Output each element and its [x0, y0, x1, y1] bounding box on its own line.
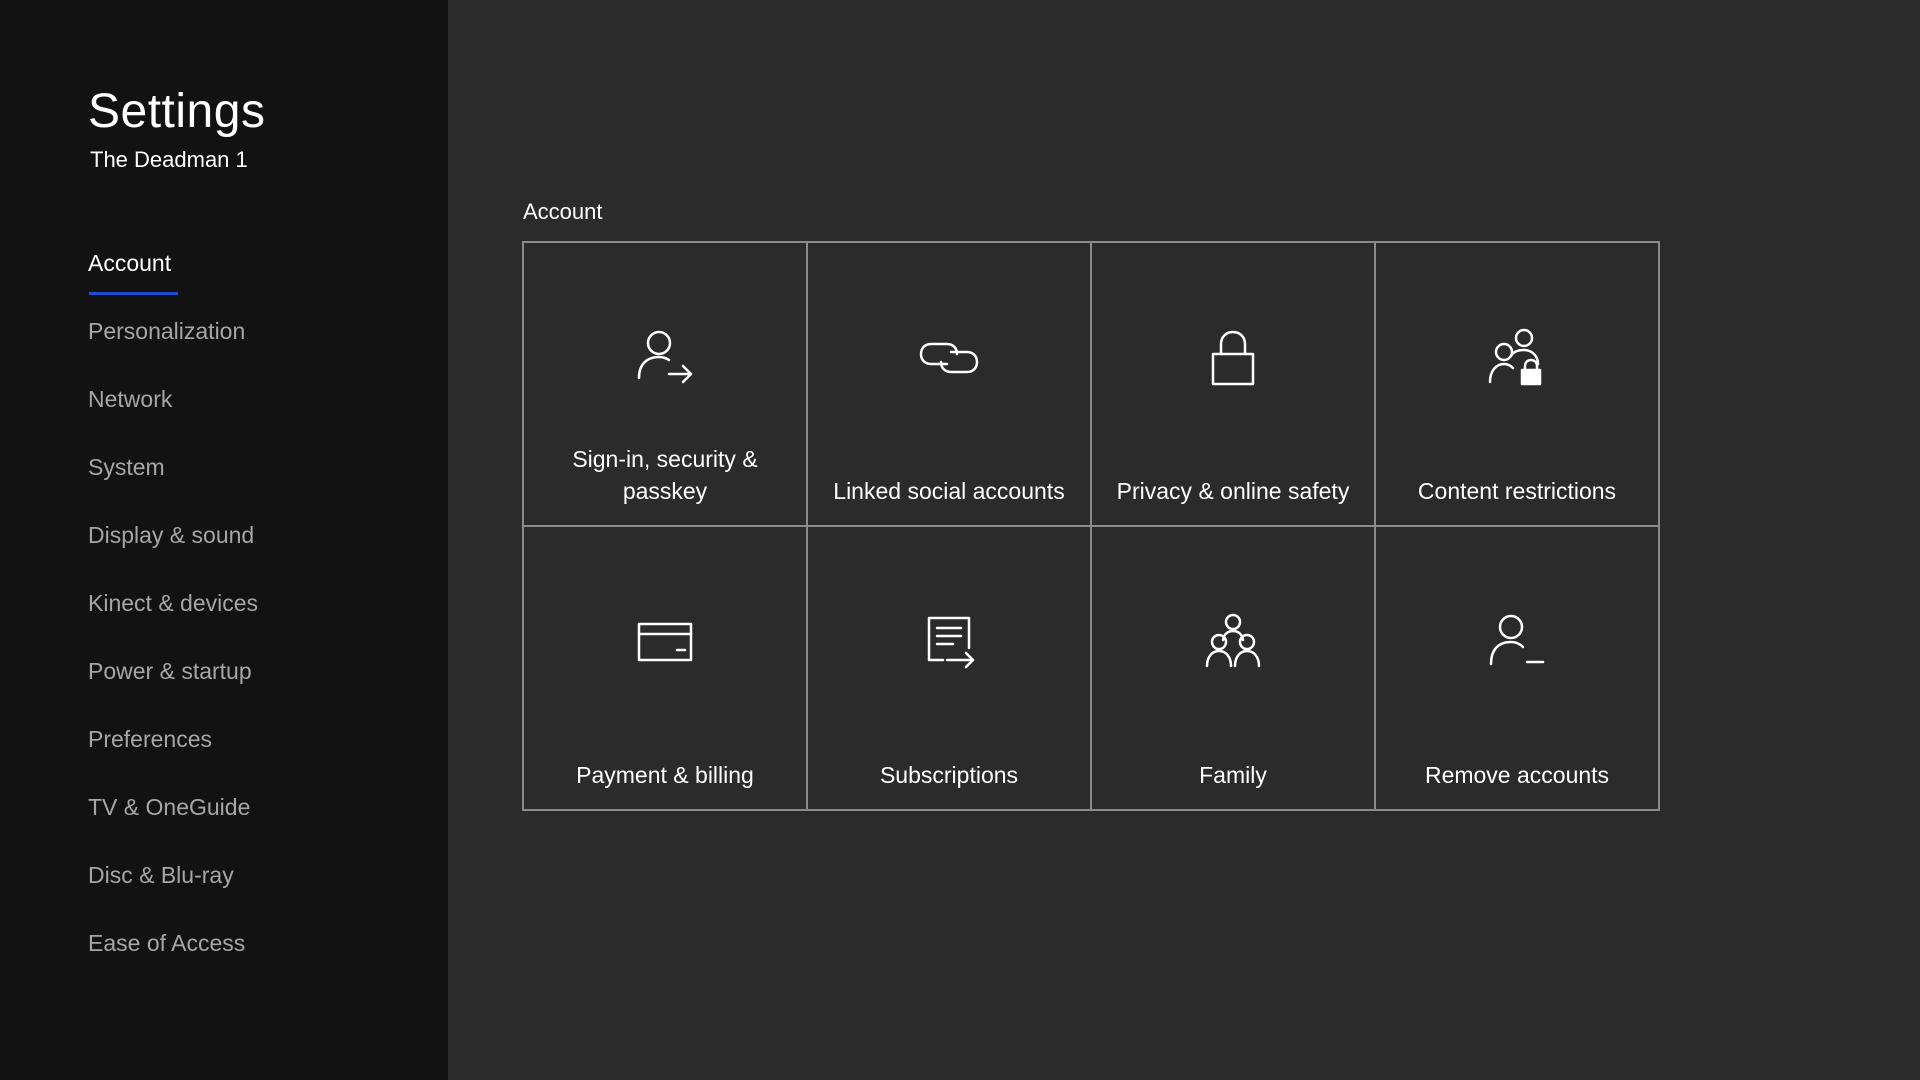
tile-linked-social-accounts[interactable]: Linked social accounts: [808, 243, 1092, 527]
sidebar-item-tv-oneguide[interactable]: TV & OneGuide: [88, 794, 258, 862]
lock-icon: [1201, 326, 1265, 390]
account-tile-grid: Sign-in, security & passkey Linked socia…: [522, 241, 1660, 811]
sidebar-item-display-sound[interactable]: Display & sound: [88, 522, 258, 590]
tile-label: Subscriptions: [879, 762, 1019, 788]
tile-subscriptions[interactable]: Subscriptions: [808, 527, 1092, 811]
link-icon: [917, 326, 981, 390]
section-title: Account: [523, 199, 603, 224]
sidebar-item-kinect-devices[interactable]: Kinect & devices: [88, 590, 258, 658]
person-remove-icon: [1485, 610, 1549, 674]
main-content: Account Sign-in, security & passkey Link…: [448, 0, 1920, 1080]
tile-label: Remove accounts: [1424, 762, 1610, 788]
tile-label: Family: [1199, 762, 1267, 788]
tile-label: Linked social accounts: [833, 478, 1065, 504]
sidebar-item-label: Network: [88, 386, 173, 412]
gamertag: The Deadman 1: [90, 147, 248, 172]
tile-label: Privacy & online safety: [1116, 478, 1350, 504]
sidebar: Settings The Deadman 1 Account Personali…: [0, 0, 448, 1080]
sidebar-item-power-startup[interactable]: Power & startup: [88, 658, 258, 726]
people-lock-icon: [1485, 326, 1549, 390]
tile-label: Sign-in, security & passkey: [572, 446, 758, 504]
sidebar-item-label: Ease of Access: [88, 930, 246, 956]
active-indicator: [89, 292, 178, 295]
sidebar-item-account[interactable]: Account: [88, 250, 258, 318]
family-icon: [1201, 610, 1265, 674]
subscription-icon: [917, 610, 981, 674]
sidebar-item-preferences[interactable]: Preferences: [88, 726, 258, 794]
tile-label: Payment & billing: [576, 762, 754, 788]
person-arrow-icon: [633, 326, 697, 390]
tile-remove-accounts[interactable]: Remove accounts: [1376, 527, 1660, 811]
sidebar-item-label: Personalization: [88, 318, 246, 344]
sidebar-item-network[interactable]: Network: [88, 386, 258, 454]
tile-label: Content restrictions: [1417, 478, 1617, 504]
sidebar-item-label: Disc & Blu-ray: [88, 862, 234, 888]
sidebar-item-label: System: [88, 454, 165, 480]
tile-sign-in-security[interactable]: Sign-in, security & passkey: [524, 243, 808, 527]
sidebar-item-personalization[interactable]: Personalization: [88, 318, 258, 386]
tile-privacy-online-safety[interactable]: Privacy & online safety: [1092, 243, 1376, 527]
sidebar-nav: Account Personalization Network System D…: [88, 250, 258, 998]
sidebar-item-label: Preferences: [88, 726, 213, 752]
sidebar-item-label: Display & sound: [88, 522, 255, 548]
tile-family[interactable]: Family: [1092, 527, 1376, 811]
page-title: Settings: [88, 85, 266, 138]
tile-payment-billing[interactable]: Payment & billing: [524, 527, 808, 811]
sidebar-item-label: TV & OneGuide: [88, 794, 251, 820]
credit-card-icon: [633, 610, 697, 674]
sidebar-item-system[interactable]: System: [88, 454, 258, 522]
tile-content-restrictions[interactable]: Content restrictions: [1376, 243, 1660, 527]
sidebar-item-label: Kinect & devices: [88, 590, 259, 616]
sidebar-item-label: Power & startup: [88, 658, 252, 684]
sidebar-item-label: Account: [88, 250, 172, 276]
sidebar-item-disc-bluray[interactable]: Disc & Blu-ray: [88, 862, 258, 930]
sidebar-item-ease-of-access[interactable]: Ease of Access: [88, 930, 258, 998]
